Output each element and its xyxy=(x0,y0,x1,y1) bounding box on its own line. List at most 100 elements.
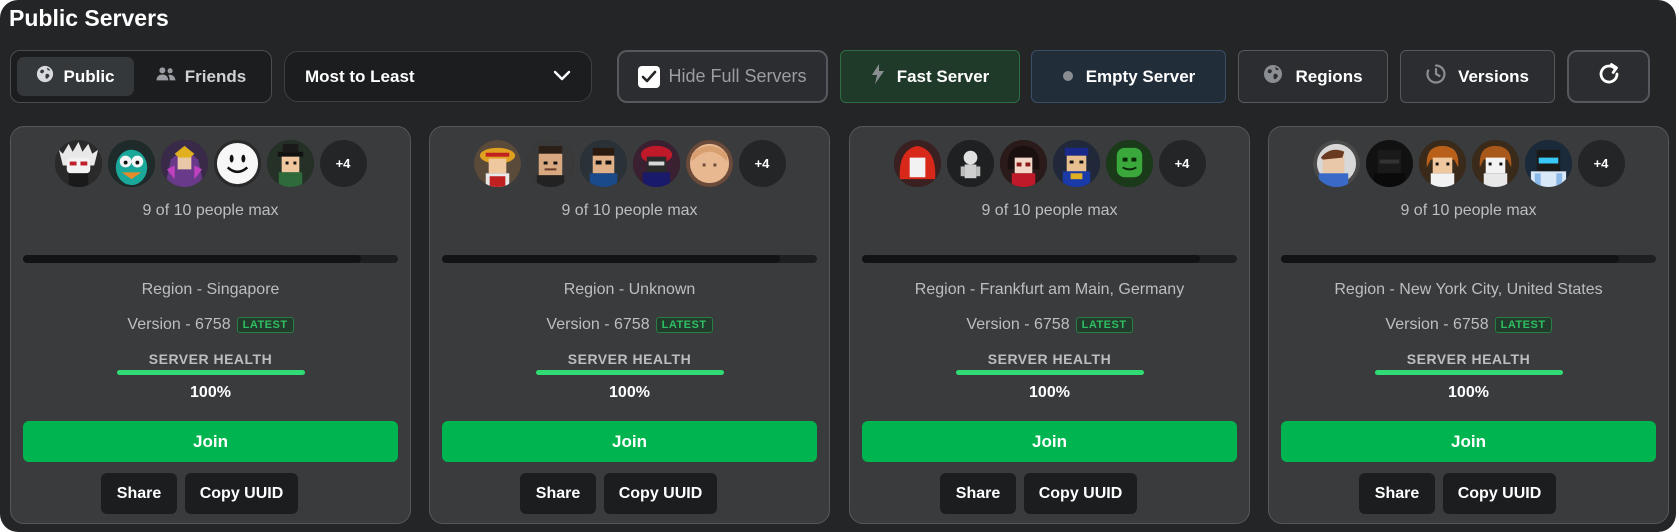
empty-server-button[interactable]: Empty Server xyxy=(1031,50,1226,103)
copy-uuid-button[interactable]: Copy UUID xyxy=(185,473,298,514)
server-card: +4 9 of 10 people max Region - Frankfurt… xyxy=(849,126,1250,524)
server-health-label: SERVER HEALTH xyxy=(148,351,273,367)
health-bar xyxy=(535,370,724,375)
avatar xyxy=(632,140,680,187)
refresh-button[interactable] xyxy=(1567,50,1650,103)
hide-full-checkbox[interactable] xyxy=(638,65,661,88)
capacity-bar xyxy=(1281,255,1656,263)
fast-server-label: Fast Server xyxy=(896,66,990,86)
capacity-bar xyxy=(862,255,1237,263)
player-count: 9 of 10 people max xyxy=(142,202,279,219)
server-health-value: 100% xyxy=(1448,384,1489,401)
avatar xyxy=(1052,140,1100,187)
versions-label: Versions xyxy=(1458,66,1529,86)
more-players-count: +4 xyxy=(319,140,367,187)
tab-public[interactable]: Public xyxy=(17,57,134,96)
server-card: +4 9 of 10 people max Region - Unknown V… xyxy=(429,126,830,524)
avatar xyxy=(1312,140,1360,187)
join-button[interactable]: Join xyxy=(442,421,817,462)
server-version: Version - 6758 LATEST xyxy=(1269,316,1668,334)
avatar xyxy=(999,140,1047,187)
avatar xyxy=(1471,140,1519,187)
server-version: Version - 6758 LATEST xyxy=(850,316,1249,334)
globe-icon xyxy=(36,65,54,88)
latest-badge: LATEST xyxy=(1494,317,1552,333)
avatar xyxy=(685,140,733,187)
page-title: Public Servers xyxy=(9,5,169,31)
tab-public-label: Public xyxy=(63,66,115,86)
copy-uuid-button[interactable]: Copy UUID xyxy=(604,473,717,514)
chevron-down-icon xyxy=(553,67,571,87)
server-health-label: SERVER HEALTH xyxy=(987,351,1112,367)
share-button[interactable]: Share xyxy=(101,473,177,514)
player-avatars: +4 xyxy=(430,140,829,188)
health-bar xyxy=(116,370,305,375)
tab-friends-label: Friends xyxy=(184,66,247,86)
avatar xyxy=(473,140,521,187)
server-health-value: 100% xyxy=(609,384,650,401)
avatar xyxy=(266,140,314,187)
empty-server-label: Empty Server xyxy=(1085,66,1196,86)
avatar xyxy=(160,140,208,187)
sort-dropdown[interactable]: Most to Least xyxy=(284,51,592,102)
avatar xyxy=(107,140,155,187)
server-region: Region - Frankfurt am Main, Germany xyxy=(914,281,1185,298)
server-region: Region - Singapore xyxy=(141,281,280,298)
server-health-label: SERVER HEALTH xyxy=(567,351,692,367)
server-region: Region - New York City, United States xyxy=(1334,281,1603,298)
avatar xyxy=(54,140,102,187)
server-card: +4 9 of 10 people max Region - New York … xyxy=(1268,126,1669,524)
public-servers-panel: Public Servers Public Friends Most to Le… xyxy=(0,0,1676,532)
share-button[interactable]: Share xyxy=(940,473,1016,514)
share-button[interactable]: Share xyxy=(520,473,596,514)
latest-badge: LATEST xyxy=(236,317,294,333)
avatar xyxy=(526,140,574,187)
copy-uuid-button[interactable]: Copy UUID xyxy=(1443,473,1556,514)
share-button[interactable]: Share xyxy=(1359,473,1435,514)
avatar xyxy=(893,140,941,187)
hide-full-label: Hide Full Servers xyxy=(668,66,807,86)
globe-icon xyxy=(1263,64,1283,89)
latest-badge: LATEST xyxy=(655,317,713,333)
version-text: Version - 6758 xyxy=(966,316,1070,333)
tab-friends[interactable]: Friends xyxy=(137,57,265,96)
player-count: 9 of 10 people max xyxy=(981,202,1118,219)
player-avatars: +4 xyxy=(11,140,410,188)
versions-button[interactable]: Versions xyxy=(1400,50,1555,103)
version-text: Version - 6758 xyxy=(127,316,231,333)
server-version: Version - 6758 LATEST xyxy=(11,316,410,334)
avatar xyxy=(579,140,627,187)
avatar xyxy=(1418,140,1466,187)
capacity-bar xyxy=(442,255,817,263)
server-version: Version - 6758 LATEST xyxy=(430,316,829,334)
server-health-value: 100% xyxy=(1029,384,1070,401)
version-text: Version - 6758 xyxy=(546,316,650,333)
more-players-count: +4 xyxy=(738,140,786,187)
player-avatars: +4 xyxy=(1269,140,1668,188)
regions-label: Regions xyxy=(1295,66,1363,86)
avatar xyxy=(1524,140,1572,187)
server-region: Region - Unknown xyxy=(563,281,696,298)
join-button[interactable]: Join xyxy=(862,421,1237,462)
fast-server-button[interactable]: Fast Server xyxy=(840,50,1020,103)
player-avatars: +4 xyxy=(850,140,1249,188)
users-icon xyxy=(156,66,176,87)
hide-full-servers-toggle[interactable]: Hide Full Servers xyxy=(617,50,828,103)
health-bar xyxy=(955,370,1144,375)
sort-dropdown-value: Most to Least xyxy=(305,66,415,86)
regions-button[interactable]: Regions xyxy=(1238,50,1388,103)
capacity-bar xyxy=(23,255,398,263)
copy-uuid-button[interactable]: Copy UUID xyxy=(1024,473,1137,514)
join-button[interactable]: Join xyxy=(1281,421,1656,462)
avatar xyxy=(946,140,994,187)
server-card: +4 9 of 10 people max Region - Singapore… xyxy=(10,126,411,524)
latest-badge: LATEST xyxy=(1075,317,1133,333)
health-bar xyxy=(1374,370,1563,375)
avatar xyxy=(213,140,261,187)
avatar xyxy=(1105,140,1153,187)
avatar xyxy=(1365,140,1413,187)
player-count: 9 of 10 people max xyxy=(561,202,698,219)
server-type-toggle: Public Friends xyxy=(10,50,272,103)
join-button[interactable]: Join xyxy=(23,421,398,462)
player-count: 9 of 10 people max xyxy=(1400,202,1537,219)
